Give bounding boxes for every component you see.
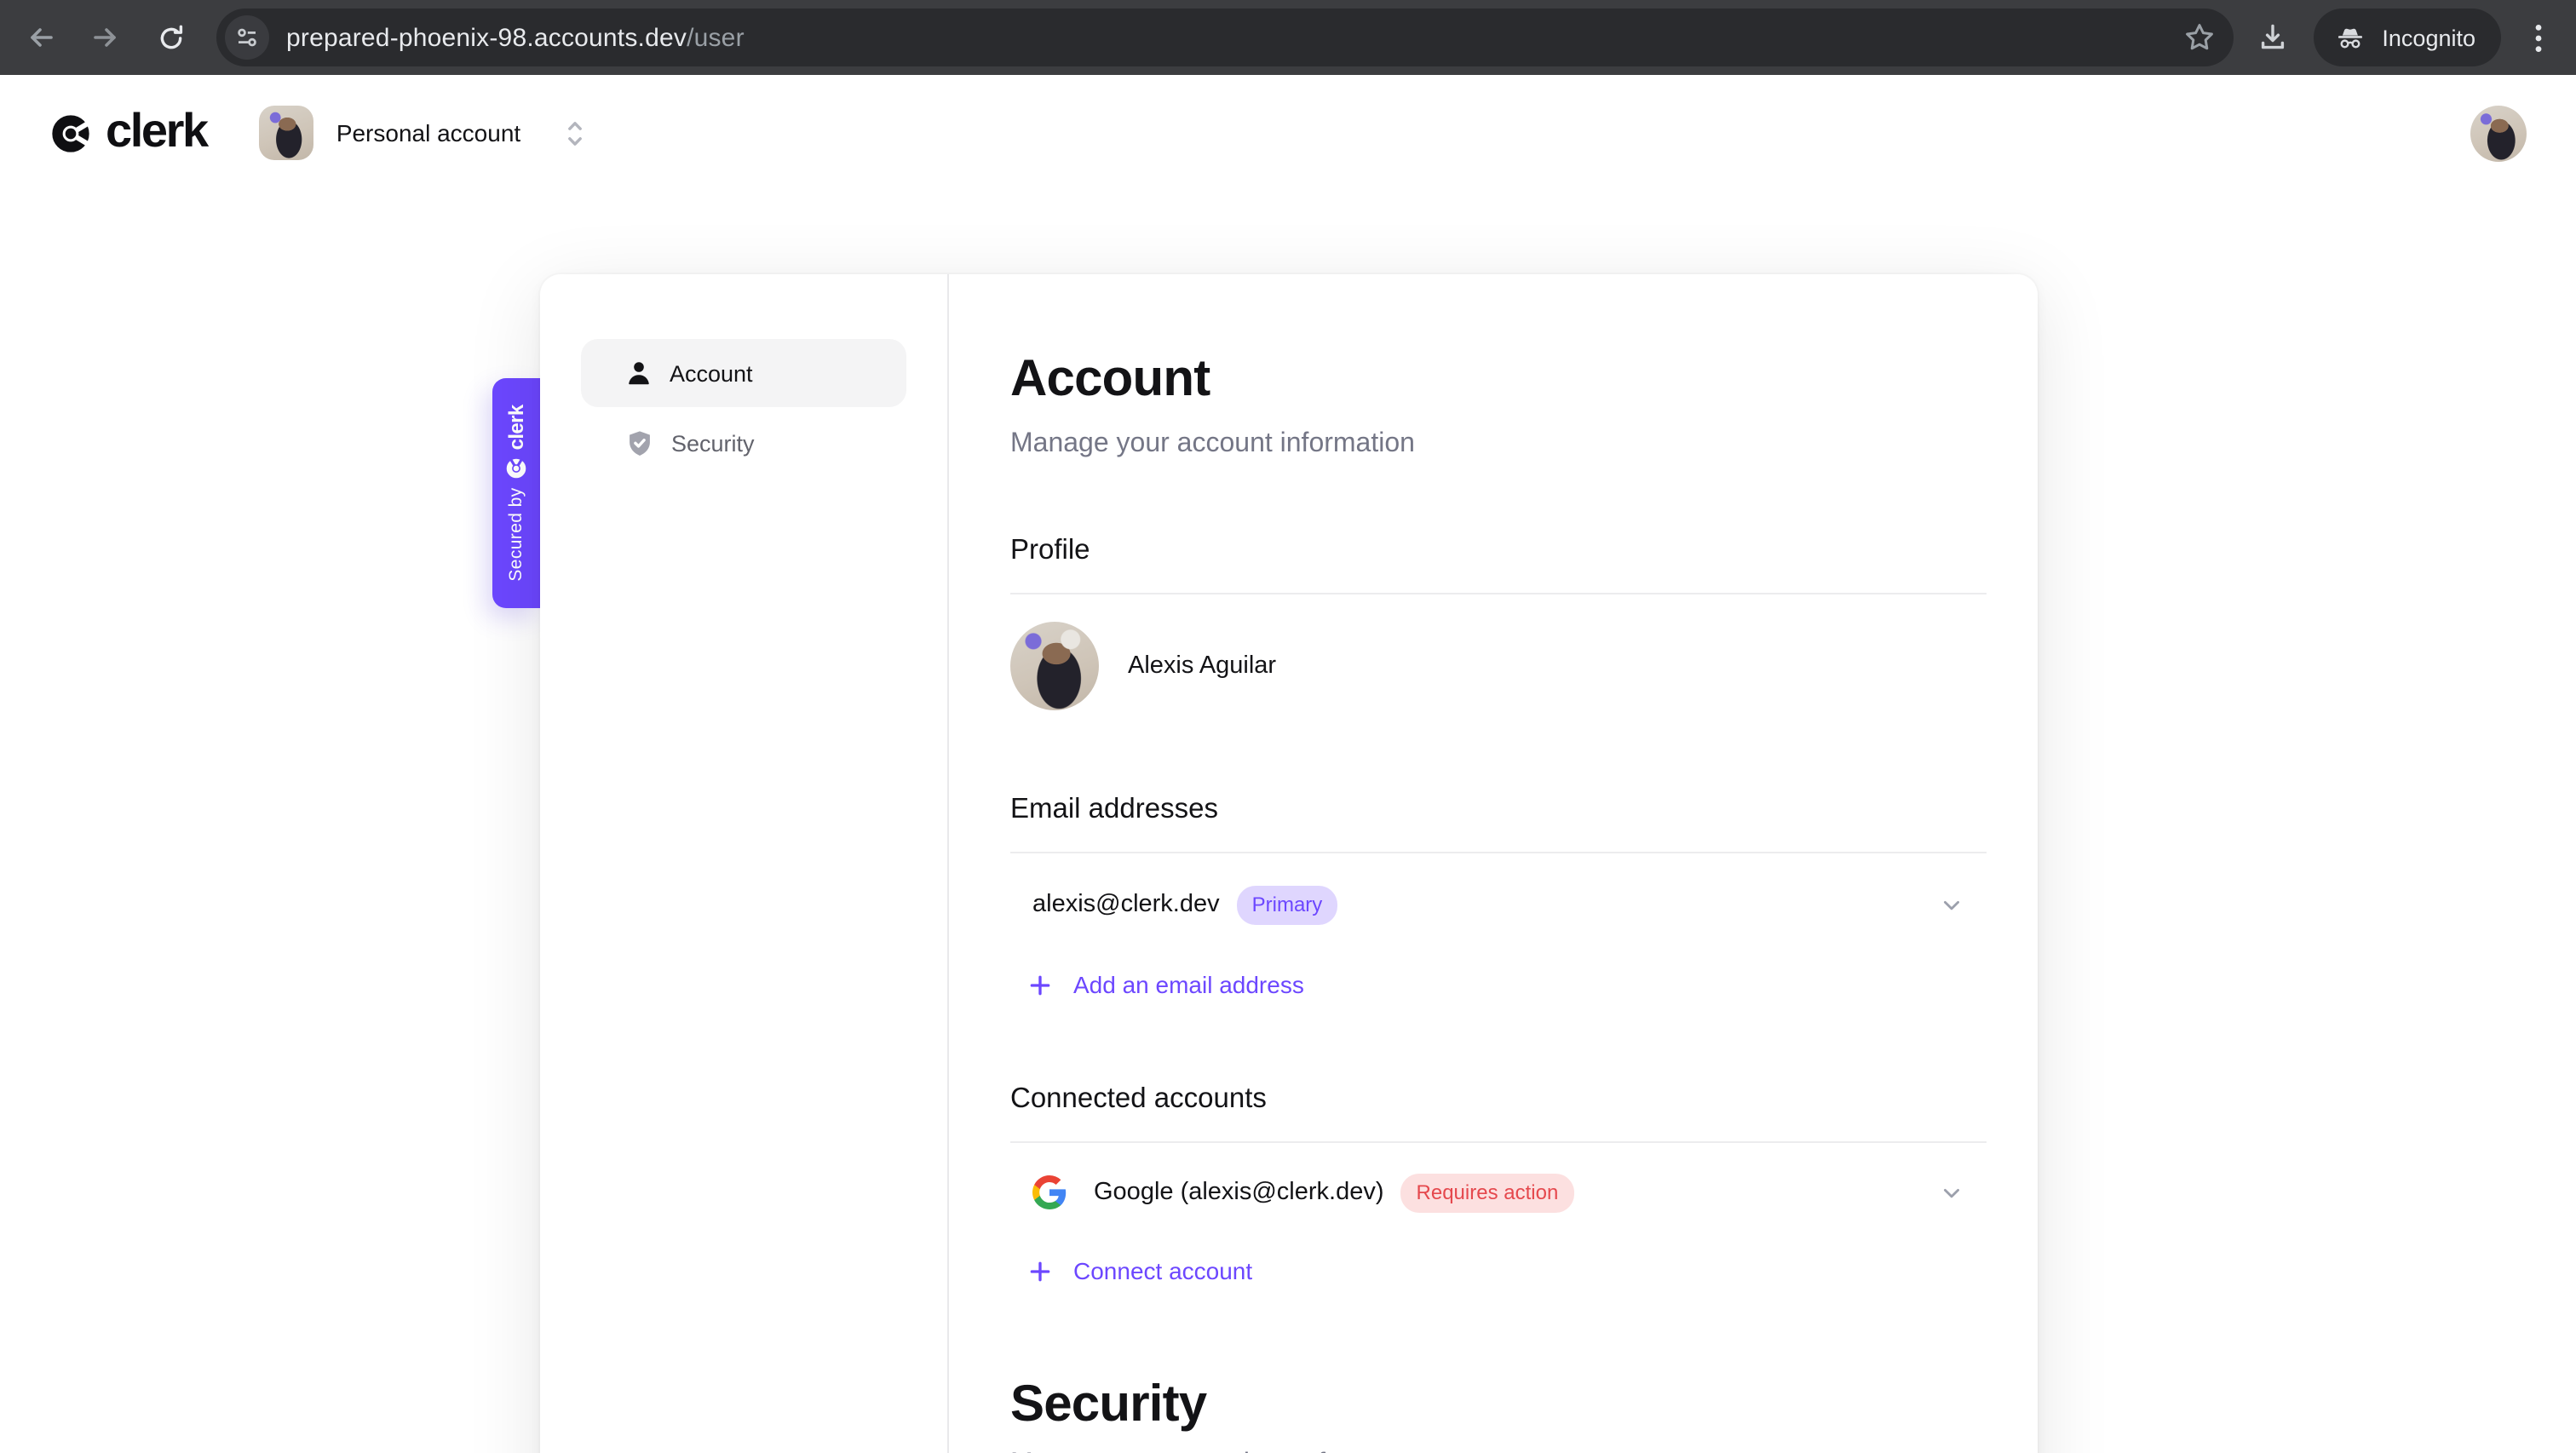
security-title: Security [1010,1373,1987,1438]
tune-icon [233,24,261,51]
url-domain: prepared-phoenix-98.accounts.dev [286,23,687,52]
url-bar[interactable]: prepared-phoenix-98.accounts.dev/user [216,9,2234,66]
user-avatar[interactable] [2470,105,2527,161]
clerk-logo-icon [51,113,90,152]
sort-chevrons-icon [565,117,584,149]
account-switcher[interactable]: Personal account [260,106,584,160]
secured-by-brand: clerk [505,405,529,450]
account-subtitle: Manage your account information [1010,424,1987,465]
browser-toolbar: prepared-phoenix-98.accounts.dev/user In… [0,0,2576,75]
connected-account-row[interactable]: Google (alexis@clerk.dev) Requires actio… [1010,1143,1987,1242]
connect-account-button[interactable]: Connect account [1010,1242,1987,1300]
account-switcher-label: Personal account [336,119,520,146]
plus-icon [1029,973,1051,996]
secured-by-prefix: Secured by [507,487,527,581]
workspace-avatar [260,106,314,160]
sidebar-item-security[interactable]: Security [581,412,906,475]
chevron-down-icon [1941,893,1963,916]
profile-section: Profile Alexis Aguilar [1010,533,1987,710]
url-path: /user [687,23,745,52]
email-address: alexis@clerk.dev [1032,891,1220,918]
back-button[interactable] [24,20,58,55]
account-title: Account [1010,347,1987,412]
requires-action-badge: Requires action [1401,1173,1574,1212]
person-icon [625,359,653,387]
email-addresses-section: Email addresses alexis@clerk.dev Primary… [1010,792,1987,1014]
google-icon [1032,1175,1067,1209]
user-profile-card: Account Security Account Manage your acc… [540,274,2038,1453]
reload-icon [154,21,187,54]
security-subtitle: Manage your security preferences [1010,1444,1987,1453]
downloads-button[interactable] [2256,20,2290,55]
connected-account-label: Google (alexis@clerk.dev) [1094,1179,1384,1206]
add-email-label: Add an email address [1073,971,1304,998]
bookmark-button[interactable] [2182,20,2217,55]
email-row[interactable]: alexis@clerk.dev Primary [1010,853,1987,956]
forward-icon [89,20,123,55]
profile-avatar [1010,622,1099,710]
connect-account-label: Connect account [1073,1257,1252,1284]
incognito-icon [2334,21,2366,54]
clerk-logo-icon [507,458,527,479]
browser-window: prepared-phoenix-98.accounts.dev/user In… [0,0,2576,1453]
card-sidebar: Account Security [540,274,947,1453]
email-addresses-heading: Email addresses [1010,792,1987,826]
forward-button[interactable] [89,20,123,55]
download-icon [2256,20,2290,55]
reload-button[interactable] [153,20,187,55]
chevron-down-icon [1941,1181,1963,1203]
secured-by-content: Secured by clerk [492,378,541,608]
profile-name: Alexis Aguilar [1128,652,1276,680]
profile-row: Alexis Aguilar [1010,594,1987,710]
sidebar-item-label: Security [671,431,755,457]
incognito-label: Incognito [2382,25,2475,50]
star-icon [2182,20,2217,55]
kebab-menu-icon [2535,23,2542,52]
secured-by-clerk-badge[interactable]: Secured by clerk [492,378,541,608]
shield-check-icon [625,429,654,458]
primary-badge: Primary [1237,885,1338,924]
url-text: prepared-phoenix-98.accounts.dev/user [286,23,2169,52]
browser-menu-button[interactable] [2521,23,2556,52]
sidebar-item-account[interactable]: Account [581,339,906,407]
site-settings-button[interactable] [225,15,269,60]
sidebar-item-label: Account [670,360,753,386]
connected-accounts-section: Connected accounts Google (alexis@clerk.… [1010,1082,1987,1300]
email-row-expand-button[interactable] [1941,893,1963,916]
profile-heading: Profile [1010,533,1987,567]
clerk-brand: clerk [51,106,207,159]
add-email-button[interactable]: Add an email address [1010,956,1987,1014]
incognito-badge: Incognito [2314,9,2501,66]
clerk-wordmark: clerk [106,106,207,159]
connected-accounts-heading: Connected accounts [1010,1082,1987,1116]
screen: prepared-phoenix-98.accounts.dev/user In… [0,0,2576,1453]
site-header: clerk Personal account [0,75,2576,191]
back-icon [24,20,58,55]
connected-row-expand-button[interactable] [1941,1181,1963,1203]
card-content: Account Manage your account information … [949,274,2038,1453]
plus-icon [1029,1260,1051,1282]
